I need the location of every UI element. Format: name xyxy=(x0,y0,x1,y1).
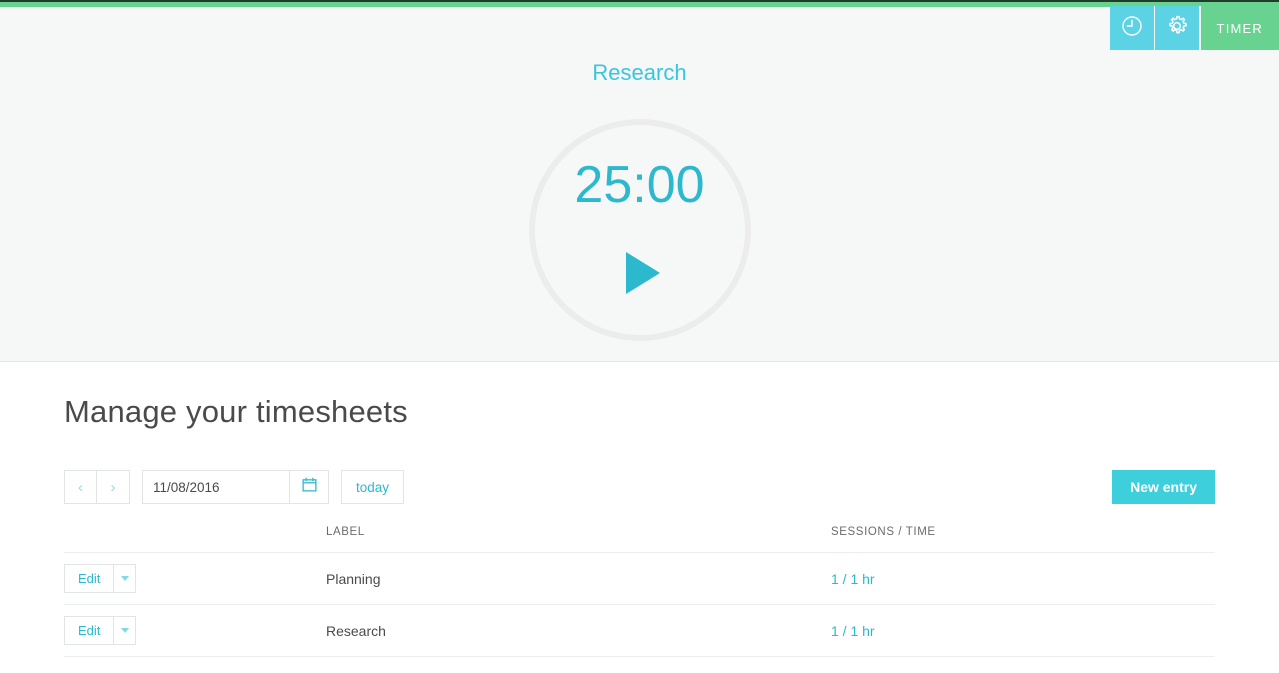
edit-dropdown-button[interactable] xyxy=(114,616,137,645)
play-icon xyxy=(625,252,660,294)
settings-nav-button[interactable] xyxy=(1154,6,1201,50)
page-title: Manage your timesheets xyxy=(64,394,408,429)
previous-day-button[interactable]: ‹ xyxy=(64,470,97,504)
sessions-time-link[interactable]: 1 / 1 hr xyxy=(831,623,875,639)
edit-button[interactable]: Edit xyxy=(64,616,115,645)
column-header-actions xyxy=(64,526,326,553)
next-day-button[interactable]: › xyxy=(97,470,130,504)
row-actions-cell: Edit xyxy=(64,604,326,657)
pomodoro-clock: 25:00 xyxy=(528,119,751,341)
column-header-sessions-time: SESSIONS / TIME xyxy=(831,526,1215,553)
today-label: today xyxy=(356,479,390,495)
gear-icon xyxy=(1165,14,1189,43)
countdown-display: 25:00 xyxy=(574,156,705,214)
calendar-icon xyxy=(301,476,318,498)
clock-ring xyxy=(528,119,751,341)
clock-nav-button[interactable] xyxy=(1109,6,1155,50)
chevron-down-icon xyxy=(120,576,129,581)
timesheet-table: LABEL SESSIONS / TIME Edit Planning 1 / … xyxy=(64,526,1215,657)
chevron-right-icon: › xyxy=(110,478,116,496)
chevron-left-icon: ‹ xyxy=(78,478,83,496)
row-label-cell: Planning xyxy=(326,552,831,605)
date-nav-group: ‹ › xyxy=(64,470,130,504)
today-button[interactable]: today xyxy=(341,470,405,504)
row-actions-cell: Edit xyxy=(64,552,326,605)
sessions-time-link[interactable]: 1 / 1 hr xyxy=(831,571,875,587)
date-input[interactable]: 11/08/2016 xyxy=(143,471,289,503)
timer-nav-label: TIMER xyxy=(1216,20,1263,36)
current-project-name: Research xyxy=(592,60,687,85)
row-label-cell: Research xyxy=(326,604,831,657)
main-content: Manage your timesheets ‹ › 11/08/2016 to… xyxy=(0,362,1279,657)
timer-nav-button[interactable]: TIMER xyxy=(1200,6,1279,50)
column-header-label: LABEL xyxy=(326,526,831,553)
top-navigation: TIMER xyxy=(1109,6,1279,50)
edit-button[interactable]: Edit xyxy=(64,564,115,593)
row-sessions-time-cell: 1 / 1 hr xyxy=(831,604,1215,657)
date-field: 11/08/2016 xyxy=(142,470,329,504)
open-calendar-button[interactable] xyxy=(289,471,328,503)
chevron-down-icon xyxy=(120,628,129,633)
clock-icon xyxy=(1120,14,1144,43)
edit-button-group: Edit xyxy=(64,564,326,593)
edit-button-group: Edit xyxy=(64,616,326,645)
new-entry-button[interactable]: New entry xyxy=(1112,470,1215,504)
edit-dropdown-button[interactable] xyxy=(114,564,137,593)
timer-panel: TIMER Research 25:00 xyxy=(0,6,1279,362)
date-toolbar: ‹ › 11/08/2016 today New entry xyxy=(64,470,1215,504)
row-sessions-time-cell: 1 / 1 hr xyxy=(831,552,1215,605)
table-header-row: LABEL SESSIONS / TIME xyxy=(64,526,1215,553)
table-row: Edit Planning 1 / 1 hr xyxy=(64,552,1215,605)
start-timer-button[interactable] xyxy=(529,252,751,294)
table-row: Edit Research 1 / 1 hr xyxy=(64,604,1215,657)
